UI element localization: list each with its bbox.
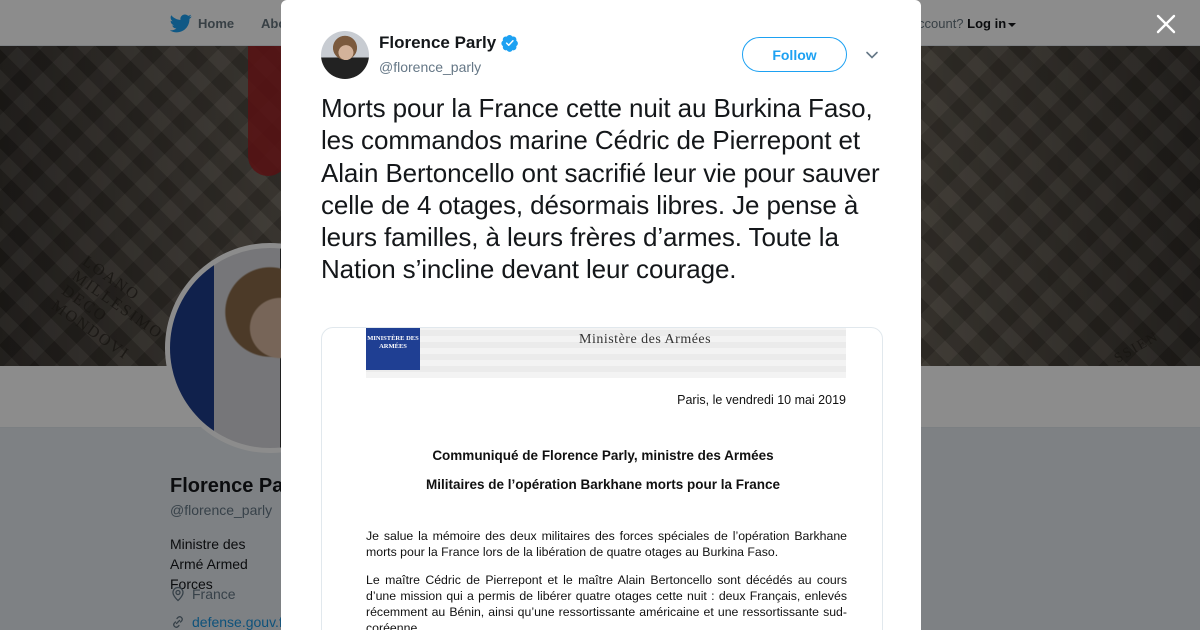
document-subtitle: Militaires de l’opération Barkhane morts… [425,477,781,492]
ministry-logo: MINISTÈRE DES ARMÉES [366,328,420,370]
author-name[interactable]: Florence Parly [379,33,496,53]
document-paragraph: Je salue la mémoire des deux militaires … [366,529,847,559]
verified-badge-icon [501,34,519,52]
author-avatar[interactable] [321,31,369,79]
document-ministry: Ministère des Armées [579,332,712,347]
chevron-down-icon[interactable] [865,48,879,62]
follow-button[interactable]: Follow [742,37,847,72]
document-paragraph: Le maître Cédric de Pierrepont et le maî… [366,573,847,630]
tweet-modal: Florence Parly @florence_parly Follow Mo… [281,0,921,630]
tweet-text: Morts pour la France cette nuit au Burki… [321,93,880,285]
close-icon[interactable] [1154,12,1178,36]
author-name-row[interactable]: Florence Parly [379,33,519,53]
document-title: Communiqué de Florence Parly, ministre d… [432,448,774,463]
tweet-image-card[interactable]: MINISTÈRE DES ARMÉES Ministère des Armée… [321,327,883,630]
document-date: Paris, le vendredi 10 mai 2019 [677,393,846,407]
author-handle[interactable]: @florence_parly [379,59,481,75]
